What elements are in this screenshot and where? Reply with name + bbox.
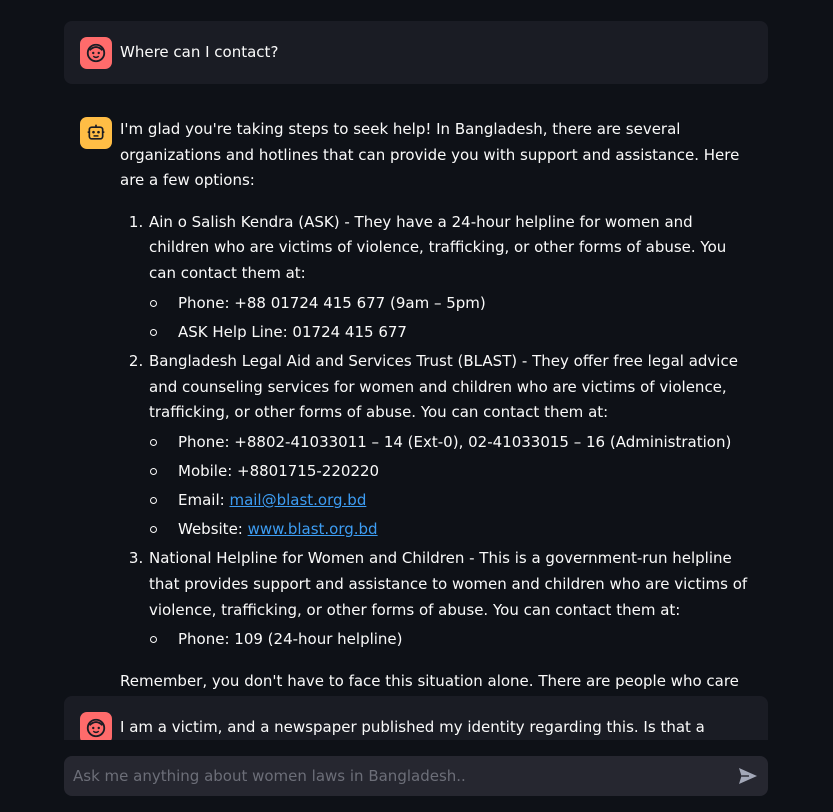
contact-item: Phone: 109 (24-hour helpline) <box>150 627 752 653</box>
chat-input-bar <box>64 756 768 796</box>
contact-item: Phone: +88 01724 415 677 (9am – 5pm) <box>150 291 752 317</box>
assistant-message-content: I'm glad you're taking steps to seek hel… <box>120 117 752 720</box>
contact-list: Phone: 109 (24-hour helpline) <box>149 627 752 653</box>
website-link[interactable]: www.blast.org.bd <box>248 520 378 538</box>
robot-icon <box>80 117 112 149</box>
email-label: Email: <box>178 490 230 509</box>
list-item-blast: Bangladesh Legal Aid and Services Trust … <box>148 349 752 542</box>
chat-input[interactable] <box>64 756 714 796</box>
list-item-national-helpline: National Helpline for Women and Children… <box>148 546 752 652</box>
send-icon <box>739 768 757 784</box>
email-link[interactable]: mail@blast.org.bd <box>229 491 366 509</box>
website-label: Website: <box>178 519 248 538</box>
chat-app: Where can I contact? I'm glad you're tak… <box>0 0 833 812</box>
user-message-text: Where can I contact? <box>120 43 279 61</box>
item-text: Bangladesh Legal Aid and Services Trust … <box>149 352 738 422</box>
contact-item: Mobile: +8801715-220220 <box>150 459 752 485</box>
item-text: Ain o Salish Kendra (ASK) - They have a … <box>149 212 727 282</box>
contact-item: Phone: +8802-41033011 – 14 (Ext-0), 02-4… <box>150 430 752 456</box>
list-item-ask: Ain o Salish Kendra (ASK) - They have a … <box>148 210 752 345</box>
assistant-intro: I'm glad you're taking steps to seek hel… <box>120 120 740 190</box>
user-message: Where can I contact? <box>64 21 768 84</box>
user-message-text: I am a victim, and a newspaper published… <box>120 718 705 736</box>
user-face-icon <box>80 37 112 69</box>
contact-item: Email: mail@blast.org.bd <box>150 488 752 514</box>
item-text: National Helpline for Women and Children… <box>149 549 748 619</box>
contact-item: ASK Help Line: 01724 415 677 <box>150 320 752 346</box>
contact-list: Phone: +8802-41033011 – 14 (Ext-0), 02-4… <box>149 430 752 543</box>
send-button[interactable] <box>736 764 760 788</box>
user-message: I am a victim, and a newspaper published… <box>64 696 768 740</box>
organization-list: Ain o Salish Kendra (ASK) - They have a … <box>120 210 752 653</box>
contact-list: Phone: +88 01724 415 677 (9am – 5pm) ASK… <box>149 291 752 346</box>
assistant-message: I'm glad you're taking steps to seek hel… <box>64 101 768 736</box>
user-face-icon <box>80 712 112 740</box>
chat-history[interactable]: Where can I contact? I'm glad you're tak… <box>0 0 833 740</box>
contact-item: Website: www.blast.org.bd <box>150 517 752 543</box>
